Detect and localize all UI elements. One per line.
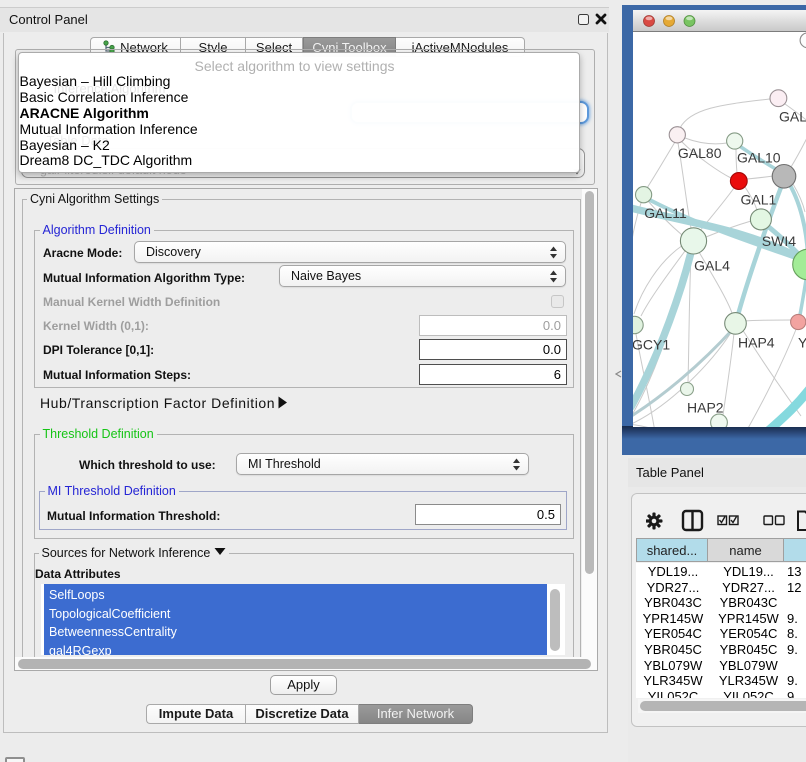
svg-text:GAL1: GAL1 (741, 191, 777, 207)
svg-text:SWI4: SWI4 (762, 232, 796, 248)
svg-text:GAL: GAL (779, 108, 806, 124)
svg-text:GAL4: GAL4 (694, 257, 730, 273)
svg-text:HAP2: HAP2 (687, 399, 724, 415)
svg-text:GCY1: GCY1 (633, 336, 670, 352)
svg-text:Y: Y (798, 334, 806, 350)
svg-text:HAP4: HAP4 (738, 334, 775, 350)
svg-text:GAL11: GAL11 (644, 205, 687, 221)
svg-text:GAL10: GAL10 (737, 149, 781, 165)
svg-text:GAL80: GAL80 (678, 145, 722, 161)
